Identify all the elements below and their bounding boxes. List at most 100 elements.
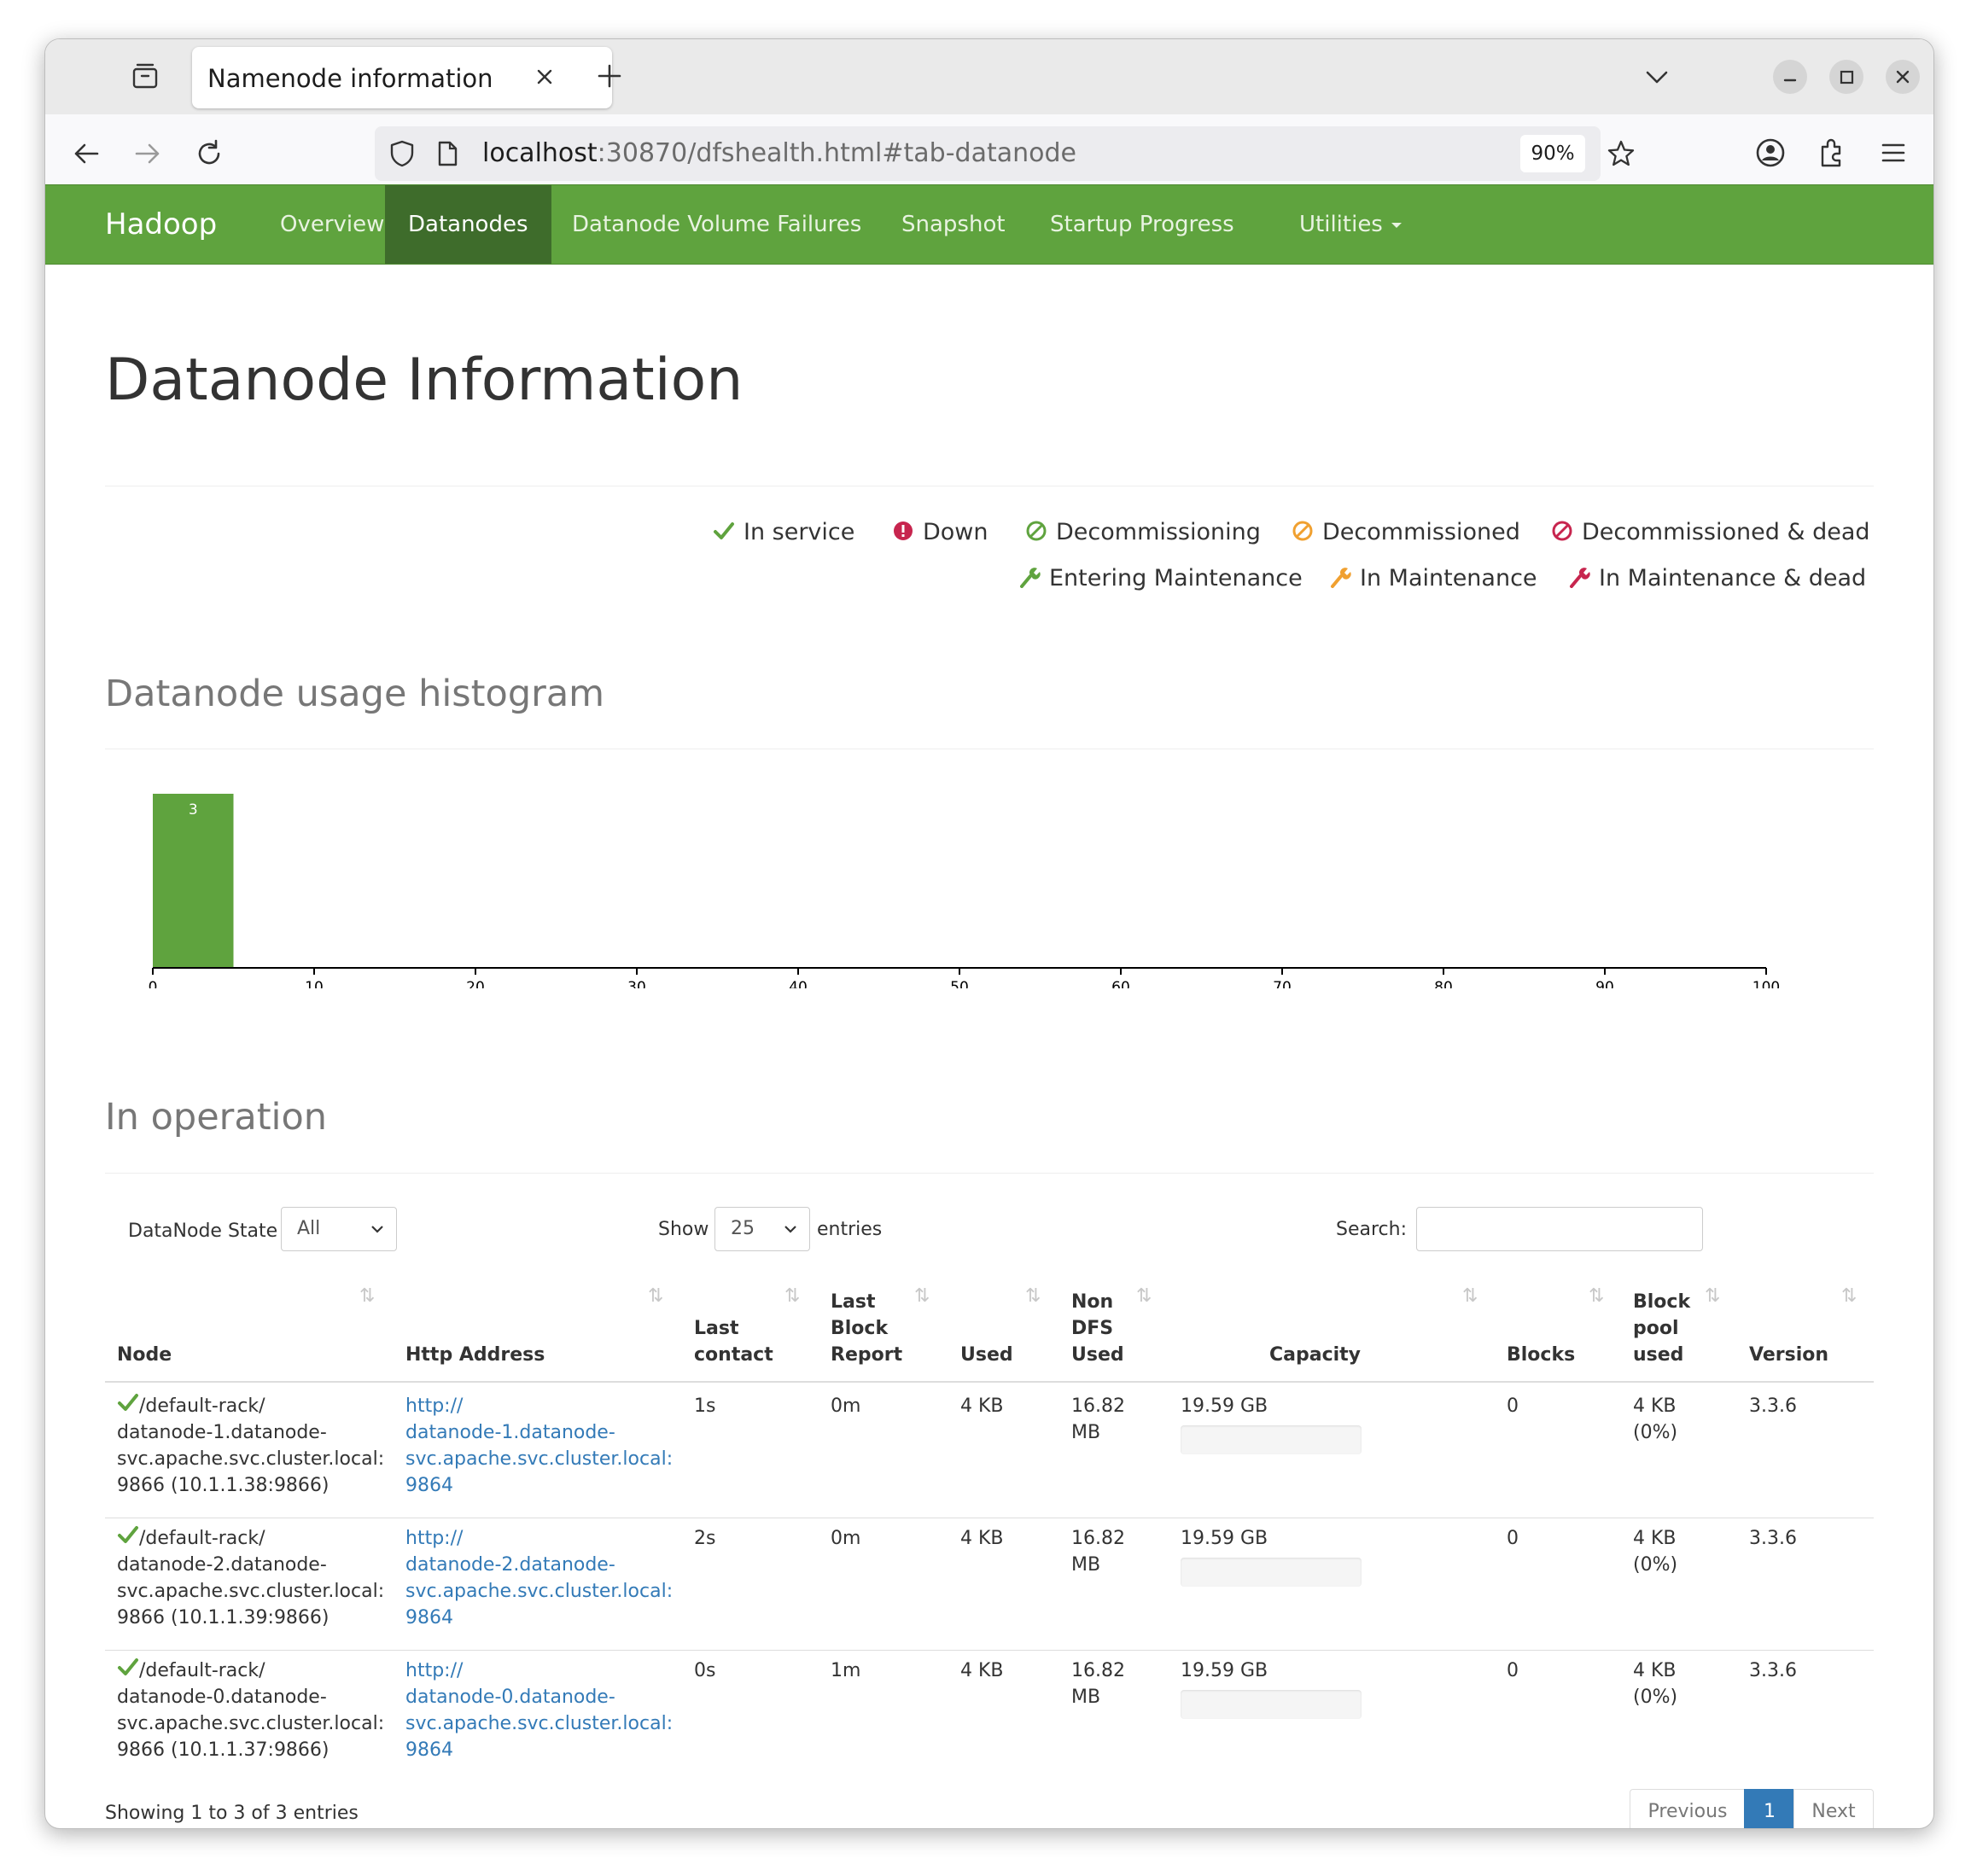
node-name-line: /default-rack/ xyxy=(139,1660,265,1681)
shield-icon[interactable] xyxy=(387,138,417,169)
check-icon xyxy=(118,1658,138,1675)
minimize-icon[interactable] xyxy=(1773,60,1807,94)
url-text[interactable]: localhost:30870/dfshealth.html#tab-datan… xyxy=(482,138,1076,168)
pagination-previous[interactable]: Previous xyxy=(1630,1789,1746,1828)
extensions-icon[interactable] xyxy=(1814,135,1850,171)
histogram-bar xyxy=(153,794,234,968)
nav-datanodes[interactable]: Datanodes xyxy=(385,185,551,264)
hadoop-brand[interactable]: Hadoop xyxy=(105,207,217,242)
header-blocks[interactable]: Blocks xyxy=(1507,1342,1575,1368)
http-address-line[interactable]: 9864 xyxy=(405,1605,453,1631)
nav-snapshot[interactable]: Snapshot xyxy=(878,185,1029,264)
legend-label: Down xyxy=(923,519,988,545)
sort-icon[interactable]: ⇅ xyxy=(648,1285,663,1307)
non-dfs-used: MB xyxy=(1071,1422,1101,1443)
capacity: 19.59 GB xyxy=(1181,1660,1268,1681)
tab-overview-icon[interactable] xyxy=(131,61,160,90)
nav-utilities[interactable]: Utilities xyxy=(1276,185,1425,264)
http-address-line[interactable]: datanode-2.datanode- xyxy=(405,1552,615,1578)
legend-label: In service xyxy=(744,519,855,545)
close-window-icon[interactable] xyxy=(1886,60,1920,94)
pagination-next[interactable]: Next xyxy=(1793,1789,1874,1828)
datanode-state-select[interactable]: All xyxy=(281,1207,397,1251)
header-capacity[interactable]: Capacity xyxy=(1269,1342,1361,1368)
sort-icon[interactable]: ⇅ xyxy=(1462,1285,1478,1307)
caret-down-icon xyxy=(1391,222,1402,228)
x-tick-label: 20 xyxy=(466,979,485,988)
tab-list-chevron-icon[interactable] xyxy=(1643,65,1671,89)
block-pool-used: 4 KB xyxy=(1633,1528,1677,1549)
sort-icon[interactable]: ⇅ xyxy=(1136,1285,1152,1307)
non-dfs-used: MB xyxy=(1071,1687,1101,1708)
used: 4 KB xyxy=(960,1660,1004,1681)
new-tab-icon[interactable] xyxy=(593,60,626,92)
http-address-line[interactable]: 9864 xyxy=(405,1737,453,1763)
chevron-down-icon xyxy=(784,1226,796,1233)
legend-down: Down xyxy=(892,519,988,545)
header-block-pool-used[interactable]: Block pool used xyxy=(1633,1289,1701,1368)
header-last-block-report[interactable]: Last Block Report xyxy=(831,1289,916,1368)
x-tick-label: 40 xyxy=(789,979,808,988)
node-name-line: svc.apache.svc.cluster.local: xyxy=(117,1713,385,1734)
back-arrow-icon[interactable] xyxy=(69,137,103,171)
version: 3.3.6 xyxy=(1749,1528,1797,1549)
header-non-dfs-used[interactable]: Non DFS Used xyxy=(1071,1289,1124,1368)
sort-icon[interactable]: ⇅ xyxy=(914,1285,930,1307)
http-address-line[interactable]: datanode-1.datanode- xyxy=(405,1419,615,1446)
close-tab-icon[interactable] xyxy=(535,67,554,86)
header-last-contact[interactable]: Last contact xyxy=(694,1315,779,1368)
last-block-report: 0m xyxy=(831,1395,861,1417)
browser-window: Namenode information localhost:30870/dfs… xyxy=(44,38,1934,1829)
sort-icon[interactable]: ⇅ xyxy=(359,1285,375,1307)
x-tick-label: 70 xyxy=(1273,979,1292,988)
datanode-state-value: All xyxy=(297,1218,321,1239)
legend-label: Decommissioned & dead xyxy=(1582,519,1870,545)
http-address-line[interactable]: http:// xyxy=(405,1393,463,1419)
legend-entering-maintenance: Entering Maintenance xyxy=(1018,565,1303,591)
nav-startup-progress[interactable]: Startup Progress xyxy=(1027,185,1257,264)
http-address-line[interactable]: svc.apache.svc.cluster.local: xyxy=(405,1446,673,1472)
entries-per-page-select[interactable]: 25 xyxy=(714,1207,810,1251)
reload-icon[interactable] xyxy=(192,137,226,171)
histogram-bar-label: 3 xyxy=(189,801,198,819)
url-bar[interactable]: localhost:30870/dfshealth.html#tab-datan… xyxy=(375,126,1635,181)
header-version[interactable]: Version xyxy=(1749,1342,1828,1368)
maximize-icon[interactable] xyxy=(1829,60,1863,94)
nav-datanode-volume-failures[interactable]: Datanode Volume Failures xyxy=(549,185,884,264)
blocks: 0 xyxy=(1507,1395,1519,1417)
exclamation-circle-icon xyxy=(894,521,913,540)
node-name-line: 9866 (10.1.1.37:9866) xyxy=(117,1739,330,1761)
last-contact: 0s xyxy=(694,1660,716,1681)
page-icon[interactable] xyxy=(434,140,460,167)
header-node[interactable]: Node xyxy=(117,1342,172,1368)
sort-icon[interactable]: ⇅ xyxy=(1841,1285,1857,1307)
x-tick-label: 90 xyxy=(1595,979,1614,988)
http-address-line[interactable]: svc.apache.svc.cluster.local: xyxy=(405,1578,673,1605)
http-address-line[interactable]: datanode-0.datanode- xyxy=(405,1684,615,1710)
zoom-level-badge[interactable]: 90% xyxy=(1520,135,1585,172)
browser-tab[interactable]: Namenode information xyxy=(192,47,612,108)
search-input[interactable] xyxy=(1416,1207,1703,1251)
legend-in-service: In service xyxy=(713,519,854,545)
forward-arrow-icon[interactable] xyxy=(131,137,165,171)
operation-heading: In operation xyxy=(105,1096,328,1139)
menu-hamburger-icon[interactable] xyxy=(1875,135,1911,171)
header-used[interactable]: Used xyxy=(960,1342,1013,1368)
http-address-line[interactable]: http:// xyxy=(405,1658,463,1684)
account-icon[interactable] xyxy=(1752,135,1788,171)
http-address-line[interactable]: http:// xyxy=(405,1525,463,1552)
http-address-line[interactable]: svc.apache.svc.cluster.local: xyxy=(405,1710,673,1737)
sort-icon[interactable]: ⇅ xyxy=(784,1285,800,1307)
check-icon xyxy=(118,1394,138,1411)
sort-icon[interactable]: ⇅ xyxy=(1705,1285,1720,1307)
last-contact: 1s xyxy=(694,1395,716,1417)
wrench-icon xyxy=(1020,568,1041,588)
sort-icon[interactable]: ⇅ xyxy=(1589,1285,1604,1307)
pagination-page-1[interactable]: 1 xyxy=(1744,1789,1795,1828)
http-address-line[interactable]: 9864 xyxy=(405,1472,453,1499)
operation-divider xyxy=(105,1173,1874,1174)
bookmark-star-icon[interactable] xyxy=(1606,138,1636,169)
x-tick-label: 100 xyxy=(1752,979,1780,988)
sort-icon[interactable]: ⇅ xyxy=(1025,1285,1041,1307)
header-http-address[interactable]: Http Address xyxy=(405,1342,545,1368)
